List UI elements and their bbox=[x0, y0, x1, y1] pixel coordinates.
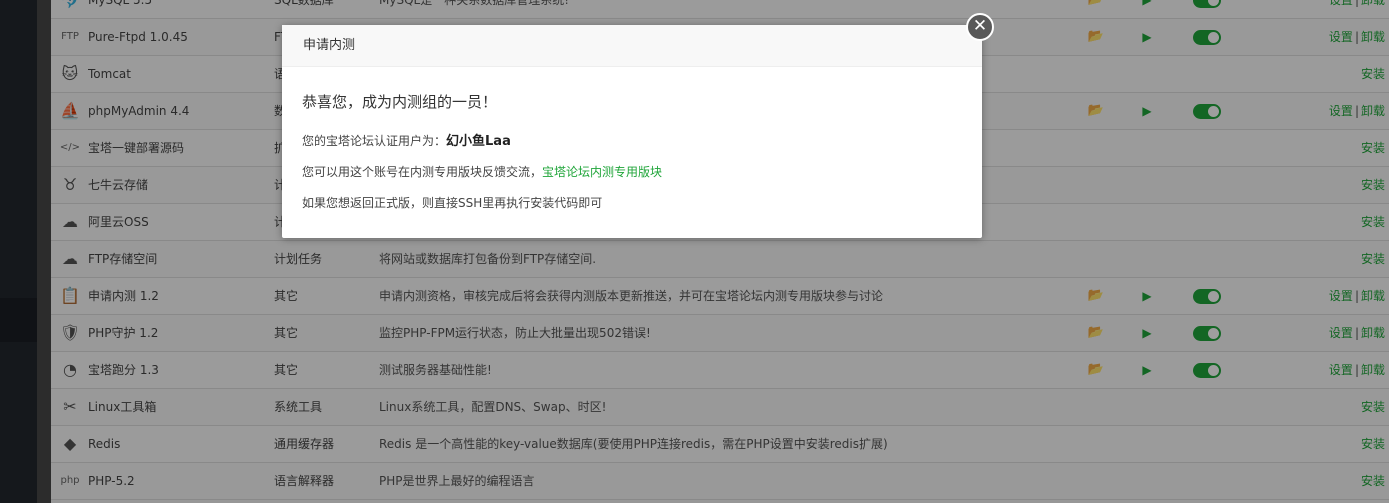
modal-title: 申请内测 bbox=[282, 25, 982, 67]
greeting-text: 恭喜您，成为内测组的一员！ bbox=[302, 93, 498, 111]
beta-forum-link[interactable]: 宝塔论坛内测专用版块 bbox=[542, 165, 662, 179]
user-line: 您的宝塔论坛认证用户为：幻小鱼Laa bbox=[302, 130, 962, 149]
username: 幻小鱼Laa bbox=[446, 134, 511, 149]
feedback-line: 您可以用这个账号在内测专用版块反馈交流，宝塔论坛内测专用版块 bbox=[302, 163, 962, 180]
close-icon[interactable]: ✕ bbox=[966, 13, 994, 41]
modal-body: 恭喜您，成为内测组的一员！ 您的宝塔论坛认证用户为：幻小鱼Laa 您可以用这个账… bbox=[282, 67, 982, 211]
revert-note: 如果您想返回正式版，则直接SSH里再执行安装代码即可 bbox=[302, 196, 603, 210]
user-prefix: 您的宝塔论坛认证用户为： bbox=[302, 134, 447, 148]
beta-apply-modal: 申请内测 恭喜您，成为内测组的一员！ 您的宝塔论坛认证用户为：幻小鱼Laa 您可… bbox=[282, 25, 982, 238]
feedback-prefix: 您可以用这个账号在内测专用版块反馈交流， bbox=[302, 165, 543, 179]
